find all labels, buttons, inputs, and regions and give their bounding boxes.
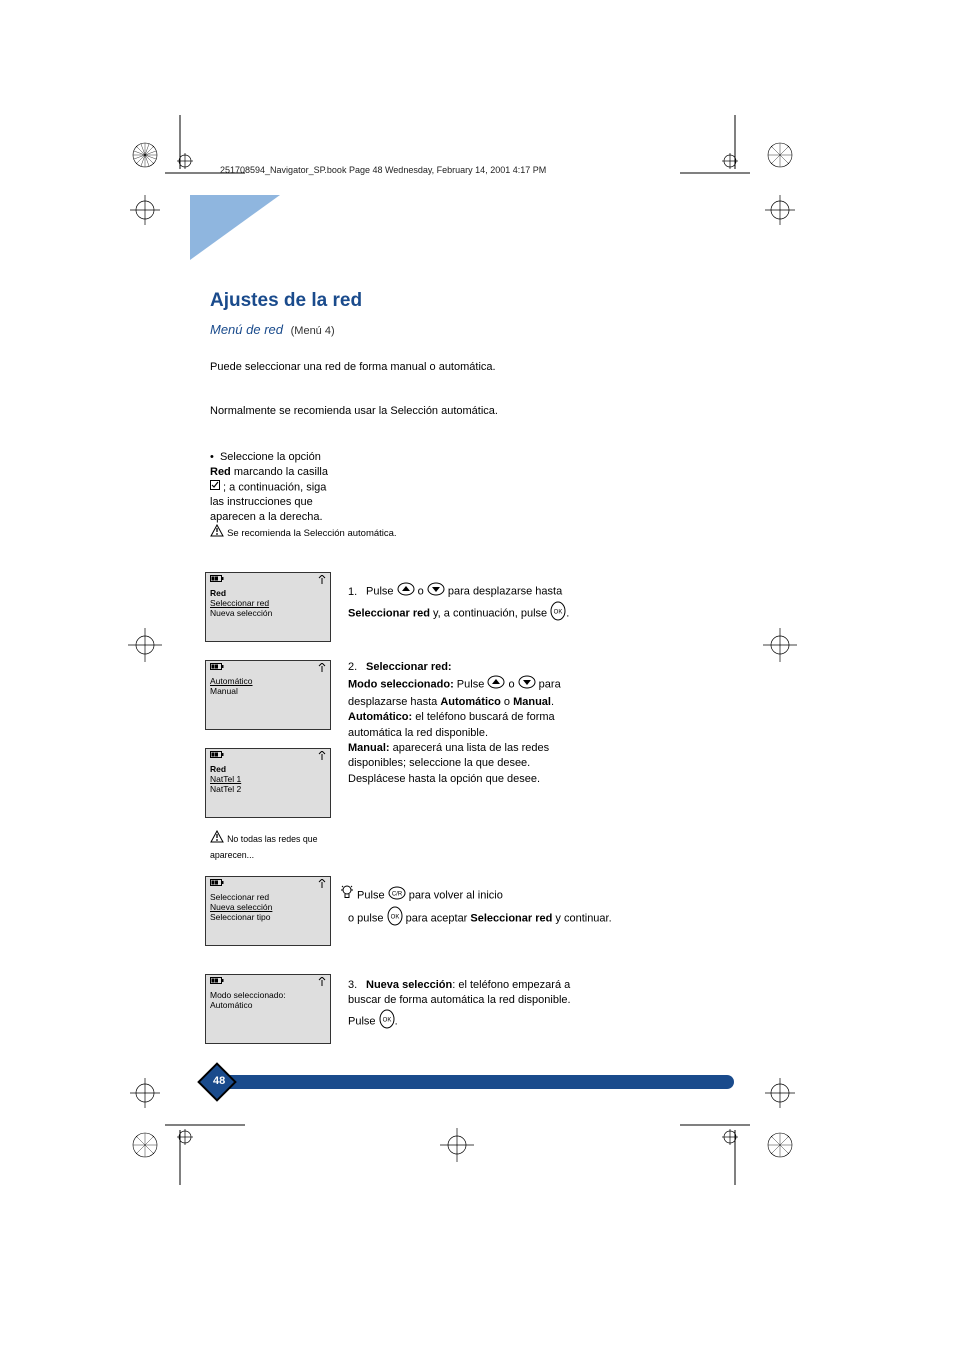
svg-text:C/R: C/R: [391, 892, 402, 898]
lcd-1-line1: Seleccionar red: [210, 598, 326, 608]
lcd-1-line2: Nueva selección: [210, 608, 326, 618]
lcd-4-line3: Seleccionar tipo: [210, 912, 326, 922]
svg-text:OK: OK: [554, 610, 563, 616]
step-2: 2.Seleccionar red: Modo seleccionado: Pu…: [348, 660, 714, 787]
blue-triangle-decor: [190, 195, 280, 260]
down-arrow-icon: [518, 675, 536, 694]
lcd-3-line2: NatTel 2: [210, 784, 326, 794]
warning-1-text: Se recomienda la Selección automática.: [227, 528, 397, 539]
ok-button-icon: OK: [379, 1009, 395, 1034]
crop-mark-top-right: [680, 115, 820, 225]
register-left: [120, 620, 170, 670]
lcd-5-line1: Modo seleccionado:: [210, 990, 326, 1000]
subheading: Menú de red (Menú 4): [210, 322, 335, 337]
lcd-2-line1: Automático: [210, 676, 326, 686]
lcd-1-title: Red: [210, 588, 326, 598]
subhead-path: (Menú 4): [291, 325, 335, 337]
register-right: [755, 620, 805, 670]
warning-icon: [210, 524, 224, 542]
warning-1: Se recomienda la Selección automática.: [210, 524, 714, 542]
signal-icon: [318, 751, 326, 762]
down-arrow-icon: [427, 582, 445, 601]
lightbulb-icon: [340, 885, 354, 906]
svg-text:OK: OK: [382, 1017, 391, 1023]
page: 251708594_Navigator_SP.book Page 48 Wedn…: [0, 0, 954, 1351]
ok-button-icon: OK: [550, 601, 566, 626]
battery-icon: [210, 977, 224, 988]
warning-icon: [210, 830, 224, 848]
up-arrow-icon: [487, 675, 505, 694]
checkbox-icon: [210, 480, 220, 495]
svg-text:OK: OK: [390, 915, 399, 921]
lcd-3-title: Red: [210, 764, 326, 774]
lcd-4-line2: Nueva selección: [210, 902, 326, 912]
step-3: 3.Nueva selección: el teléfono empezará …: [348, 978, 714, 1034]
page-title: Ajustes de la red: [210, 290, 362, 312]
lcd-4-line1: Seleccionar red: [210, 892, 326, 902]
filepath-text: 251708594_Navigator_SP.book Page 48 Wedn…: [220, 165, 546, 175]
crop-mark-bottom-right: [680, 1075, 820, 1185]
footer-bar: [205, 1075, 734, 1089]
lcd-5: Modo seleccionado: Automático: [205, 974, 331, 1044]
step-1: 1.Pulse o para desplazarse hasta Selecci…: [348, 582, 714, 627]
signal-icon: [318, 575, 326, 586]
tip-line: Pulse C/R para volver al inicio o pulse …: [348, 885, 714, 932]
battery-icon: [210, 575, 224, 586]
bullet-1: • Seleccione la opción Red marcando la c…: [210, 450, 714, 525]
lcd-3: Red NatTel 1 NatTel 2: [205, 748, 331, 818]
ok-button-icon: OK: [387, 906, 403, 931]
lcd-2: Automático Manual: [205, 660, 331, 730]
battery-icon: [210, 663, 224, 674]
signal-icon: [318, 879, 326, 890]
up-arrow-icon: [397, 582, 415, 601]
lcd-5-line2: Automático: [210, 1000, 326, 1010]
battery-icon: [210, 751, 224, 762]
intro-2: Normalmente se recomienda usar la Selecc…: [210, 404, 714, 419]
subhead-label: Menú de red: [210, 322, 283, 337]
lcd-3-line1: NatTel 1: [210, 774, 326, 784]
intro-1: Puede seleccionar una red de forma manua…: [210, 360, 714, 375]
lcd-1: Red Seleccionar red Nueva selección: [205, 572, 331, 642]
register-bottom: [432, 1120, 482, 1170]
warning-2: No todas las redes que aparecen...: [210, 830, 335, 863]
signal-icon: [318, 663, 326, 674]
lcd-2-line2: Manual: [210, 686, 326, 696]
signal-icon: [318, 977, 326, 988]
battery-icon: [210, 879, 224, 890]
lcd-4: Seleccionar red Nueva selección Seleccio…: [205, 876, 331, 946]
cr-button-icon: C/R: [388, 886, 406, 905]
page-number: 48: [213, 1075, 225, 1087]
warning-2-text: No todas las redes que aparecen...: [210, 834, 318, 860]
